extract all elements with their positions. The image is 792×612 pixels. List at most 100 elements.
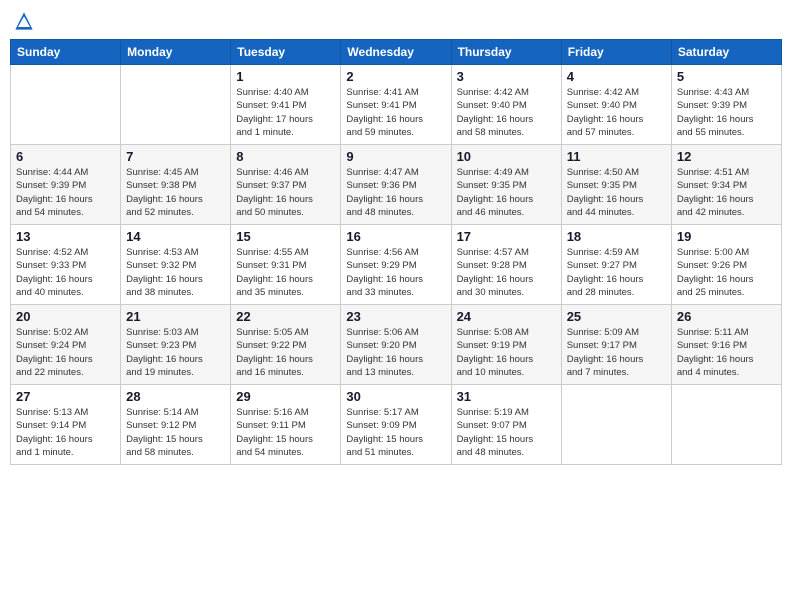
calendar-cell: 16Sunrise: 4:56 AM Sunset: 9:29 PM Dayli… <box>341 225 451 305</box>
day-info: Sunrise: 4:41 AM Sunset: 9:41 PM Dayligh… <box>346 86 445 139</box>
day-number: 5 <box>677 69 776 84</box>
day-number: 6 <box>16 149 115 164</box>
day-number: 4 <box>567 69 666 84</box>
calendar-week-2: 6 Sunrise: 4:44 AM Sunset: 9:39 PM Daylig… <box>11 145 782 225</box>
day-number: 1 <box>236 69 335 84</box>
day-header-monday: Monday <box>121 40 231 65</box>
day-info: Sunrise: 5:03 AM Sunset: 9:23 PM Dayligh… <box>126 326 225 379</box>
day-info: Sunrise: 4:45 AM Sunset: 9:38 PM Dayligh… <box>126 166 225 219</box>
day-info: Sunrise: 5:13 AM Sunset: 9:14 PM Dayligh… <box>16 406 115 459</box>
day-number: 29 <box>236 389 335 404</box>
day-info: Sunrise: 5:14 AM Sunset: 9:12 PM Dayligh… <box>126 406 225 459</box>
day-number: 19 <box>677 229 776 244</box>
day-number: 2 <box>346 69 445 84</box>
day-number: 14 <box>126 229 225 244</box>
calendar-cell: 18Sunrise: 4:59 AM Sunset: 9:27 PM Dayli… <box>561 225 671 305</box>
day-info: Sunrise: 5:16 AM Sunset: 9:11 PM Dayligh… <box>236 406 335 459</box>
day-info: Sunrise: 5:05 AM Sunset: 9:22 PM Dayligh… <box>236 326 335 379</box>
calendar-cell: 27 Sunrise: 5:13 AM Sunset: 9:14 PM Dayli… <box>11 385 121 465</box>
calendar-cell: 14 Sunrise: 4:53 AM Sunset: 9:32 PM Dayli… <box>121 225 231 305</box>
day-number: 7 <box>126 149 225 164</box>
calendar-cell: 31 Sunrise: 5:19 AM Sunset: 9:07 PM Dayli… <box>451 385 561 465</box>
calendar-cell: 7 Sunrise: 4:45 AM Sunset: 9:38 PM Daylig… <box>121 145 231 225</box>
day-number: 15 <box>236 229 335 244</box>
calendar-cell: 25Sunrise: 5:09 AM Sunset: 9:17 PM Dayli… <box>561 305 671 385</box>
calendar-week-5: 27 Sunrise: 5:13 AM Sunset: 9:14 PM Dayli… <box>11 385 782 465</box>
day-number: 13 <box>16 229 115 244</box>
calendar-cell: 10Sunrise: 4:49 AM Sunset: 9:35 PM Dayli… <box>451 145 561 225</box>
calendar-cell: 13Sunrise: 4:52 AM Sunset: 9:33 PM Dayli… <box>11 225 121 305</box>
day-info: Sunrise: 5:00 AM Sunset: 9:26 PM Dayligh… <box>677 246 776 299</box>
calendar-cell: 19 Sunrise: 5:00 AM Sunset: 9:26 PM Dayli… <box>671 225 781 305</box>
logo <box>14 10 38 31</box>
calendar-cell: 22 Sunrise: 5:05 AM Sunset: 9:22 PM Dayli… <box>231 305 341 385</box>
calendar-cell: 29 Sunrise: 5:16 AM Sunset: 9:11 PM Dayli… <box>231 385 341 465</box>
logo-icon <box>14 11 34 31</box>
calendar-cell: 30 Sunrise: 5:17 AM Sunset: 9:09 PM Dayli… <box>341 385 451 465</box>
calendar-cell: 5 Sunrise: 4:43 AM Sunset: 9:39 PM Daylig… <box>671 65 781 145</box>
calendar-header-row: SundayMondayTuesdayWednesdayThursdayFrid… <box>11 40 782 65</box>
day-info: Sunrise: 5:19 AM Sunset: 9:07 PM Dayligh… <box>457 406 556 459</box>
day-number: 8 <box>236 149 335 164</box>
day-info: Sunrise: 4:42 AM Sunset: 9:40 PM Dayligh… <box>457 86 556 139</box>
day-info: Sunrise: 4:42 AM Sunset: 9:40 PM Dayligh… <box>567 86 666 139</box>
day-header-saturday: Saturday <box>671 40 781 65</box>
day-number: 31 <box>457 389 556 404</box>
calendar-cell: 26 Sunrise: 5:11 AM Sunset: 9:16 PM Dayli… <box>671 305 781 385</box>
day-header-wednesday: Wednesday <box>341 40 451 65</box>
day-number: 17 <box>457 229 556 244</box>
calendar-cell: 3 Sunrise: 4:42 AM Sunset: 9:40 PM Daylig… <box>451 65 561 145</box>
calendar-cell: 2 Sunrise: 4:41 AM Sunset: 9:41 PM Daylig… <box>341 65 451 145</box>
calendar-cell: 12 Sunrise: 4:51 AM Sunset: 9:34 PM Dayli… <box>671 145 781 225</box>
calendar-cell: 28 Sunrise: 5:14 AM Sunset: 9:12 PM Dayli… <box>121 385 231 465</box>
day-info: Sunrise: 4:55 AM Sunset: 9:31 PM Dayligh… <box>236 246 335 299</box>
day-info: Sunrise: 4:53 AM Sunset: 9:32 PM Dayligh… <box>126 246 225 299</box>
calendar-cell: 24Sunrise: 5:08 AM Sunset: 9:19 PM Dayli… <box>451 305 561 385</box>
day-number: 22 <box>236 309 335 324</box>
day-number: 12 <box>677 149 776 164</box>
calendar-cell: 21 Sunrise: 5:03 AM Sunset: 9:23 PM Dayli… <box>121 305 231 385</box>
day-info: Sunrise: 5:06 AM Sunset: 9:20 PM Dayligh… <box>346 326 445 379</box>
day-info: Sunrise: 4:57 AM Sunset: 9:28 PM Dayligh… <box>457 246 556 299</box>
calendar-table: SundayMondayTuesdayWednesdayThursdayFrid… <box>10 39 782 465</box>
calendar-cell <box>121 65 231 145</box>
calendar-cell <box>671 385 781 465</box>
day-number: 27 <box>16 389 115 404</box>
day-info: Sunrise: 5:09 AM Sunset: 9:17 PM Dayligh… <box>567 326 666 379</box>
day-info: Sunrise: 4:46 AM Sunset: 9:37 PM Dayligh… <box>236 166 335 219</box>
calendar-cell: 17 Sunrise: 4:57 AM Sunset: 9:28 PM Dayli… <box>451 225 561 305</box>
calendar-week-3: 13Sunrise: 4:52 AM Sunset: 9:33 PM Dayli… <box>11 225 782 305</box>
calendar-cell: 6 Sunrise: 4:44 AM Sunset: 9:39 PM Daylig… <box>11 145 121 225</box>
day-number: 28 <box>126 389 225 404</box>
day-info: Sunrise: 4:47 AM Sunset: 9:36 PM Dayligh… <box>346 166 445 219</box>
day-number: 23 <box>346 309 445 324</box>
day-info: Sunrise: 5:17 AM Sunset: 9:09 PM Dayligh… <box>346 406 445 459</box>
calendar-cell: 8 Sunrise: 4:46 AM Sunset: 9:37 PM Daylig… <box>231 145 341 225</box>
calendar-cell <box>11 65 121 145</box>
day-header-tuesday: Tuesday <box>231 40 341 65</box>
day-number: 18 <box>567 229 666 244</box>
calendar-cell: 23 Sunrise: 5:06 AM Sunset: 9:20 PM Dayli… <box>341 305 451 385</box>
day-info: Sunrise: 4:49 AM Sunset: 9:35 PM Dayligh… <box>457 166 556 219</box>
day-info: Sunrise: 4:40 AM Sunset: 9:41 PM Dayligh… <box>236 86 335 139</box>
day-info: Sunrise: 5:11 AM Sunset: 9:16 PM Dayligh… <box>677 326 776 379</box>
day-header-sunday: Sunday <box>11 40 121 65</box>
calendar-cell: 4 Sunrise: 4:42 AM Sunset: 9:40 PM Daylig… <box>561 65 671 145</box>
day-header-friday: Friday <box>561 40 671 65</box>
calendar-cell: 20 Sunrise: 5:02 AM Sunset: 9:24 PM Dayli… <box>11 305 121 385</box>
day-info: Sunrise: 4:51 AM Sunset: 9:34 PM Dayligh… <box>677 166 776 219</box>
day-number: 20 <box>16 309 115 324</box>
day-header-thursday: Thursday <box>451 40 561 65</box>
day-number: 26 <box>677 309 776 324</box>
day-info: Sunrise: 5:02 AM Sunset: 9:24 PM Dayligh… <box>16 326 115 379</box>
day-info: Sunrise: 4:56 AM Sunset: 9:29 PM Dayligh… <box>346 246 445 299</box>
day-number: 9 <box>346 149 445 164</box>
day-number: 30 <box>346 389 445 404</box>
day-number: 3 <box>457 69 556 84</box>
day-number: 21 <box>126 309 225 324</box>
day-info: Sunrise: 4:44 AM Sunset: 9:39 PM Dayligh… <box>16 166 115 219</box>
page-header <box>10 10 782 31</box>
calendar-cell: 11Sunrise: 4:50 AM Sunset: 9:35 PM Dayli… <box>561 145 671 225</box>
day-number: 11 <box>567 149 666 164</box>
day-info: Sunrise: 4:43 AM Sunset: 9:39 PM Dayligh… <box>677 86 776 139</box>
